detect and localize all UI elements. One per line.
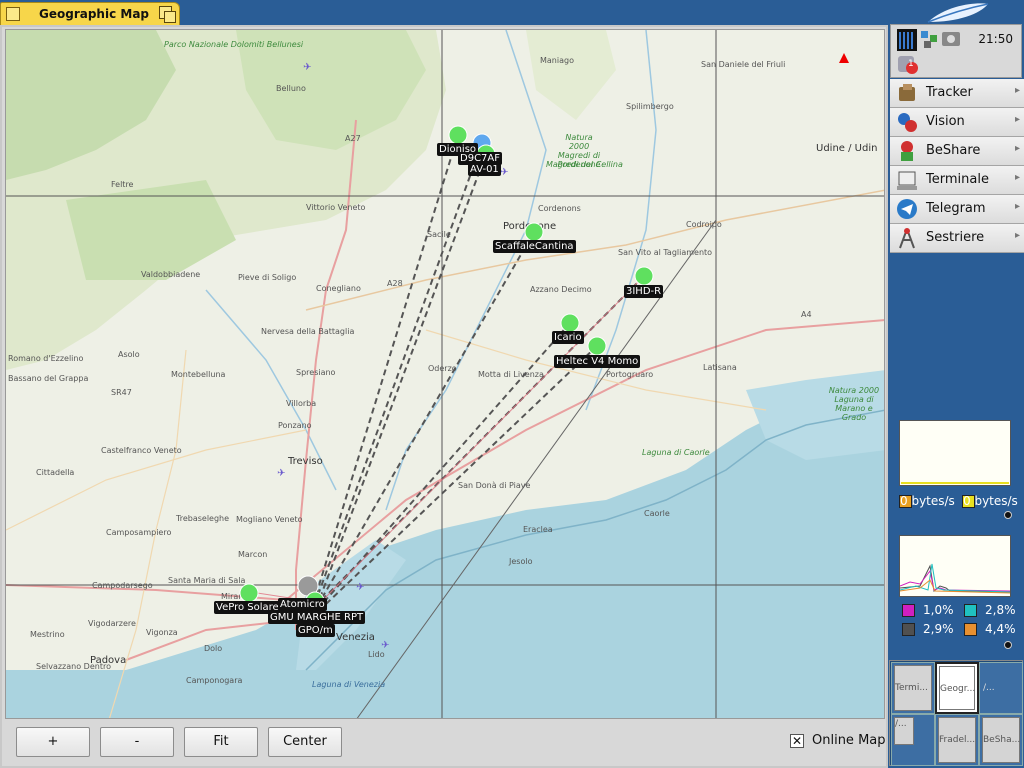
online-map-checkbox[interactable]: ✕ Online Map — [790, 731, 886, 751]
workspaces-pager: Termi... Geogr... /... /... Fradel... Be… — [889, 660, 1023, 766]
cpu-monitor-icon[interactable] — [897, 29, 917, 51]
cpu2-swatch — [964, 604, 977, 617]
leaf-logo-icon[interactable] — [888, 0, 1024, 26]
submenu-arrow-icon: ▸ — [1014, 85, 1020, 96]
deskbar: 21:50 1 Tracker ▸ Vision ▸ BeShare ▸ Ter… — [888, 0, 1024, 768]
zoom-in-button[interactable]: + — [16, 727, 90, 757]
workspace-3[interactable]: /... — [979, 662, 1023, 714]
system-tray: 21:50 1 — [890, 24, 1022, 78]
window-title: Geographic Map — [39, 7, 150, 21]
node-label-atomicro[interactable]: Atomicro — [278, 598, 327, 611]
checkbox-checked-icon[interactable]: ✕ — [790, 734, 804, 748]
cpu-graph-lines — [899, 563, 1011, 594]
network-graph — [899, 420, 1011, 486]
svg-text:✈: ✈ — [277, 468, 285, 479]
submenu-arrow-icon: ▸ — [1014, 143, 1020, 154]
cpu1-usage: 1,0% — [923, 603, 954, 617]
deskbar-menu: Tracker ▸ Vision ▸ BeShare ▸ Terminale ▸… — [890, 79, 1024, 253]
node-label-av01[interactable]: AV-01 — [468, 163, 501, 176]
node-label-scaffalecantina[interactable]: ScaffaleCantina — [493, 240, 576, 253]
node-label-gpo[interactable]: GPO/m — [296, 624, 335, 637]
cpu1-swatch — [902, 604, 915, 617]
svg-text:✈: ✈ — [500, 167, 508, 178]
map-view[interactable]: ✈ ✈ ✈ ✈ ✈ Parco Nazionale Dolomiti Bellu… — [5, 29, 885, 719]
media-icon[interactable] — [941, 30, 961, 48]
sestriere-icon — [899, 228, 915, 249]
svg-text:✈: ✈ — [303, 62, 311, 73]
zoom-out-button[interactable]: - — [100, 727, 174, 757]
menu-item-vision[interactable]: Vision ▸ — [890, 108, 1024, 137]
pin-icon[interactable] — [1004, 641, 1012, 649]
telegram-icon — [897, 199, 917, 219]
center-button[interactable]: Center — [268, 727, 342, 757]
window-tab[interactable]: Geographic Map — [0, 2, 180, 26]
clock[interactable]: 21:50 — [978, 32, 1013, 46]
submenu-arrow-icon: ▸ — [1014, 172, 1020, 183]
menu-item-telegram[interactable]: Telegram ▸ — [890, 195, 1024, 224]
deskbar-logo[interactable] — [888, 0, 1024, 26]
workspace-4[interactable]: /... — [891, 714, 935, 766]
map-canvas: ✈ ✈ ✈ ✈ ✈ — [6, 30, 884, 718]
menu-item-beshare[interactable]: BeShare ▸ — [890, 137, 1024, 166]
beshare-icon — [901, 141, 913, 161]
online-map-label: Online Map — [812, 733, 886, 748]
node-label-icario[interactable]: Icario — [552, 331, 584, 344]
desktop: Geographic Map ✈ ✈ ✈ ✈ ✈ Parco Nazionale… — [0, 0, 1024, 768]
menu-item-sestriere[interactable]: Sestriere ▸ — [890, 224, 1024, 253]
cpu4-usage: 4,4% — [985, 622, 1016, 636]
workspace-5[interactable]: Fradel... — [935, 714, 979, 766]
cpu3-swatch — [902, 623, 915, 636]
submenu-arrow-icon: ▸ — [1014, 114, 1020, 125]
workspace-6[interactable]: BeSha... — [979, 714, 1023, 766]
tracker-icon — [899, 84, 915, 101]
node-label-gmu[interactable]: GMU MARGHE RPT — [268, 611, 366, 624]
cpu3-usage: 2,9% — [923, 622, 954, 636]
submenu-arrow-icon: ▸ — [1014, 230, 1020, 241]
cpu-graph — [899, 535, 1011, 597]
fit-button[interactable]: Fit — [184, 727, 258, 757]
vision-icon — [898, 113, 917, 132]
network-icon[interactable] — [919, 29, 939, 49]
map-toolbar: + - Fit Center ✕ Online Map — [4, 721, 886, 766]
node-label-3ihdr[interactable]: 3IHD-R — [624, 285, 664, 298]
zoom-icon[interactable] — [159, 6, 176, 23]
cpu4-swatch — [964, 623, 977, 636]
network-out-rate: 0 bytes/s — [963, 494, 1018, 508]
map-window: ✈ ✈ ✈ ✈ ✈ Parco Nazionale Dolomiti Bellu… — [0, 25, 888, 768]
workspace-1[interactable]: Termi... — [891, 662, 935, 714]
notification-count: 1 — [908, 59, 914, 69]
cpu2-usage: 2,8% — [985, 603, 1016, 617]
node-label-heltec[interactable]: Heltec V4 Momo — [554, 355, 641, 368]
pin-icon[interactable] — [1004, 511, 1012, 519]
menu-item-tracker[interactable]: Tracker ▸ — [890, 79, 1024, 108]
svg-text:✈: ✈ — [356, 582, 364, 593]
close-icon[interactable] — [6, 7, 20, 21]
svg-text:✈: ✈ — [381, 640, 389, 651]
workspace-2[interactable]: Geogr... — [935, 662, 979, 714]
menu-item-terminale[interactable]: Terminale ▸ — [890, 166, 1024, 195]
network-in-rate: 0 bytes/s — [900, 494, 955, 508]
submenu-arrow-icon: ▸ — [1014, 201, 1020, 212]
terminal-icon — [897, 171, 917, 190]
